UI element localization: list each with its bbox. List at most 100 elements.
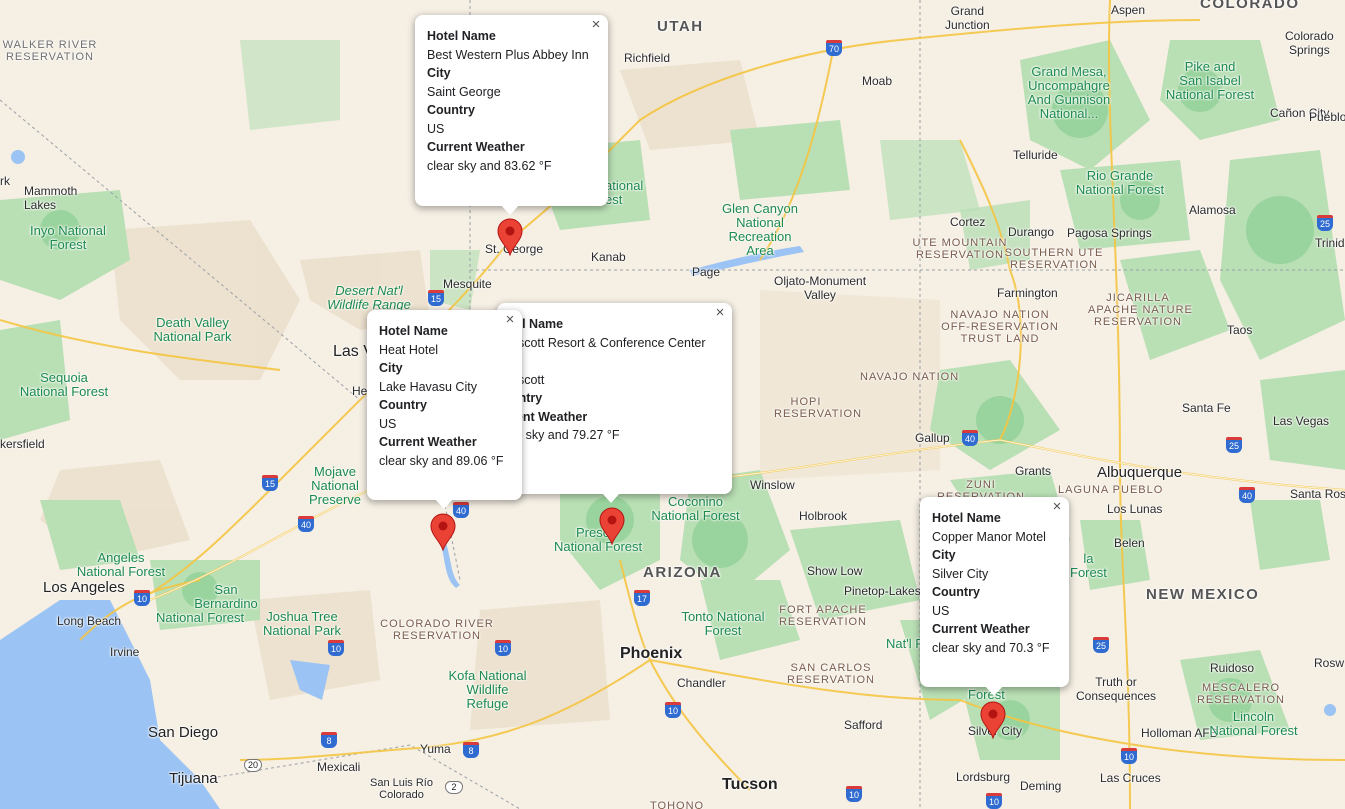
city-label-alamosa: Alamosa [1189,203,1236,217]
city-label-fragment-rk: rk [0,174,10,188]
city-label-tijuana: Tijuana [169,770,218,787]
highway-shield: 20 [244,759,262,772]
city-label-long-beach: Long Beach [57,614,122,628]
marker-pin-icon [497,218,523,256]
reservation-label-san-carlos: SAN CARLOS RESERVATION [786,662,876,686]
city-label-grants: Grants [1015,464,1052,478]
country-value: US [427,121,445,136]
city-label: City [427,66,451,80]
map-canvas[interactable]: UTAH COLORADO ARIZONA NEW MEXICO St. Geo… [0,0,1345,809]
close-icon[interactable]: × [502,312,518,328]
hotel-name-value: escott Resort & Conference Center [511,335,706,350]
city-label-pagosa-springs: Pagosa Springs [1067,226,1152,240]
park-label-tonto: Tonto National Forest [681,609,765,638]
highway-shield: 25 [1317,215,1333,231]
info-window: × Hotel Name Copper Manor Motel City Sil… [920,497,1069,696]
marker-pin-icon [599,507,625,545]
city-label-santa-fe: Santa Fe [1182,401,1231,415]
info-window: × Hotel Name Best Western Plus Abbey Inn… [415,15,608,215]
highway-shield: 10 [495,640,511,656]
park-label-mojave: Mojave National Preserve [308,464,362,507]
city-label-chandler: Chandler [677,676,726,690]
city-label-belen: Belen [1114,536,1145,550]
highway-shield: 40 [962,430,978,446]
hotel-name-label: Hotel Name [427,29,496,43]
city-label-phoenix: Phoenix [620,645,683,662]
hotel-name-label: tel Name [511,317,564,331]
city-value: Lake Havasu City [379,379,477,394]
park-label-dixie-fragment: ational est [605,178,644,207]
city-label-las-vegas-nm: Las Vegas [1273,414,1330,428]
city-label-telluride: Telluride [1013,148,1058,162]
city-label-truth-or-consequences: Truth or Consequences [1076,675,1157,703]
country-label: Country [932,585,980,599]
city-value: Saint George [427,84,501,99]
state-label-arizona: ARIZONA [643,564,722,581]
close-icon[interactable]: × [712,305,728,321]
city-label-los-angeles: Los Angeles [43,579,125,596]
info-window-tail [501,205,519,215]
state-label-utah: UTAH [657,18,704,35]
highway-shield: 10 [665,702,681,718]
city-label: City [379,361,403,375]
city-label-san-luis: San Luis Río Colorado [370,777,433,801]
map-marker[interactable] [497,218,523,256]
city-label-gallup: Gallup [915,431,950,445]
country-label: Country [427,103,475,117]
city-label-deming: Deming [1020,779,1062,793]
park-label-lincoln: Lincoln National Forest [1209,709,1298,738]
highway-shield: 2 [445,781,463,794]
weather-value: clear sky and 70.3 °F [932,640,1050,655]
city-label-holbrook: Holbrook [799,509,848,523]
city-label-durango: Durango [1008,225,1055,239]
hotel-name-value: Heat Hotel [379,342,439,357]
reservation-label-colorado-river: COLORADO RIVER RESERVATION [380,618,494,642]
city-label-los-lunas: Los Lunas [1107,502,1163,516]
close-icon[interactable]: × [1049,499,1065,515]
city-label-winslow: Winslow [750,478,795,492]
hotel-name-label: Hotel Name [932,511,1001,525]
hotel-name-value: Best Western Plus Abbey Inn [427,47,589,62]
reservation-label-ute-mountain: UTE MOUNTAIN RESERVATION [912,237,1008,261]
city-label-mesquite: Mesquite [443,277,492,291]
info-window: × tel Name escott Resort & Conference Ce… [497,303,732,503]
park-label-glen-canyon: Glen Canyon National Recreation Area [722,201,798,258]
map-marker[interactable] [980,701,1006,739]
reservation-label-laguna: LAGUNA PUEBLO [1058,484,1164,496]
park-label-angeles: Angeles National Forest [76,550,166,579]
highway-shield: 8 [463,742,479,758]
weather-label: Current Weather [427,140,525,154]
city-label-yuma: Yuma [420,742,451,756]
map-marker[interactable] [599,507,625,545]
reservation-label-southern-ute: SOUTHERN UTE RESERVATION [1004,247,1104,271]
highway-shield: 70 [826,40,842,56]
info-window: × Hotel Name Heat Hotel City Lake Havasu… [367,310,522,509]
city-label-colorado-springs: Colorado Springs [1285,29,1334,57]
weather-label: rent Weather [511,409,588,424]
city-label-taos: Taos [1227,323,1253,337]
highway-shield: 25 [1226,437,1242,453]
city-label-las-cruces: Las Cruces [1100,771,1161,785]
park-label-cibola-fragment: la Forest [1070,551,1107,580]
highway-shield: 10 [134,590,150,606]
city-label-page: Page [692,265,721,279]
park-label-kofa: Kofa National Wildlife Refuge [448,668,527,711]
reservation-label-jicarilla: JICARILLA APACHE NATURE RESERVATION [1088,292,1193,328]
city-label-san-diego: San Diego [148,724,219,741]
park-label-gmug: Grand Mesa, Uncompahgre And Gunnison Nat… [1027,64,1111,121]
park-label-inyo: Inyo National Forest [30,223,106,252]
park-label-sb-forest: National Forest [156,610,245,625]
weather-label: Current Weather [379,435,477,449]
highway-shield: 8 [321,732,337,748]
hotel-name-label: Hotel Name [379,324,448,338]
city-label-grand-junction: Grand Junction [945,4,990,32]
country-value: US [379,416,397,431]
map-marker[interactable] [430,513,456,551]
city-label-farmington: Farmington [997,286,1058,300]
city-label-safford: Safford [844,718,883,732]
park-label-death-valley: Death Valley National Park [153,315,232,344]
city-label-lordsburg: Lordsburg [956,770,1011,784]
city-label-roswell: Rosw [1314,656,1345,670]
city-label-henderson: He [352,384,368,398]
close-icon[interactable]: × [588,17,604,33]
